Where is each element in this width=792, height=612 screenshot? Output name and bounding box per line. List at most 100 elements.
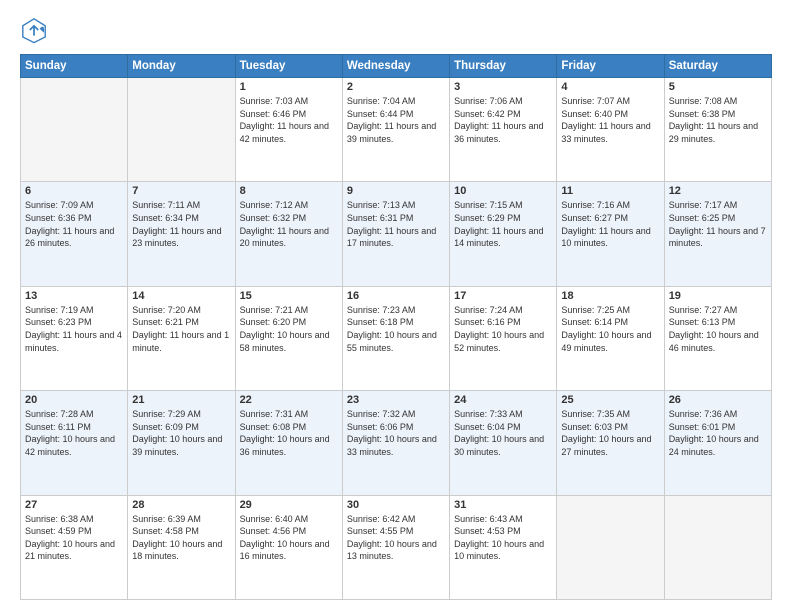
cell-info: Sunrise: 7:32 AM Sunset: 6:06 PM Dayligh… — [347, 408, 445, 458]
day-number: 15 — [240, 290, 338, 302]
cell-info: Sunrise: 7:25 AM Sunset: 6:14 PM Dayligh… — [561, 304, 659, 354]
cell-info: Sunrise: 7:16 AM Sunset: 6:27 PM Dayligh… — [561, 199, 659, 249]
calendar-cell: 17 Sunrise: 7:24 AM Sunset: 6:16 PM Dayli… — [450, 286, 557, 390]
cell-info: Sunrise: 7:19 AM Sunset: 6:23 PM Dayligh… — [25, 304, 123, 354]
column-header-thursday: Thursday — [450, 55, 557, 78]
cell-info: Sunrise: 7:23 AM Sunset: 6:18 PM Dayligh… — [347, 304, 445, 354]
calendar-cell: 25 Sunrise: 7:35 AM Sunset: 6:03 PM Dayli… — [557, 391, 664, 495]
header — [20, 16, 772, 44]
logo — [20, 16, 52, 44]
calendar-cell: 20 Sunrise: 7:28 AM Sunset: 6:11 PM Dayli… — [21, 391, 128, 495]
week-row-2: 6 Sunrise: 7:09 AM Sunset: 6:36 PM Daylig… — [21, 182, 772, 286]
day-number: 14 — [132, 290, 230, 302]
cell-info: Sunrise: 7:15 AM Sunset: 6:29 PM Dayligh… — [454, 199, 552, 249]
column-header-wednesday: Wednesday — [342, 55, 449, 78]
calendar-cell: 23 Sunrise: 7:32 AM Sunset: 6:06 PM Dayli… — [342, 391, 449, 495]
day-number: 31 — [454, 499, 552, 511]
day-number: 25 — [561, 394, 659, 406]
day-number: 21 — [132, 394, 230, 406]
day-number: 1 — [240, 81, 338, 93]
column-header-friday: Friday — [557, 55, 664, 78]
day-number: 13 — [25, 290, 123, 302]
week-row-1: 1Sunrise: 7:03 AM Sunset: 6:46 PM Daylig… — [21, 78, 772, 182]
calendar-cell: 18Sunrise: 7:25 AM Sunset: 6:14 PM Dayli… — [557, 286, 664, 390]
calendar-cell: 3 Sunrise: 7:06 AM Sunset: 6:42 PM Daylig… — [450, 78, 557, 182]
cell-info: Sunrise: 7:31 AM Sunset: 6:08 PM Dayligh… — [240, 408, 338, 458]
calendar-cell: 10 Sunrise: 7:15 AM Sunset: 6:29 PM Dayli… — [450, 182, 557, 286]
cell-info: Sunrise: 6:42 AM Sunset: 4:55 PM Dayligh… — [347, 513, 445, 563]
cell-info: Sunrise: 7:12 AM Sunset: 6:32 PM Dayligh… — [240, 199, 338, 249]
day-number: 5 — [669, 81, 767, 93]
day-number: 29 — [240, 499, 338, 511]
calendar-cell: 5 Sunrise: 7:08 AM Sunset: 6:38 PM Daylig… — [664, 78, 771, 182]
calendar-cell: 8 Sunrise: 7:12 AM Sunset: 6:32 PM Daylig… — [235, 182, 342, 286]
day-number: 2 — [347, 81, 445, 93]
day-number: 27 — [25, 499, 123, 511]
day-number: 28 — [132, 499, 230, 511]
cell-info: Sunrise: 7:13 AM Sunset: 6:31 PM Dayligh… — [347, 199, 445, 249]
day-number: 24 — [454, 394, 552, 406]
day-number: 7 — [132, 185, 230, 197]
day-number: 26 — [669, 394, 767, 406]
cell-info: Sunrise: 7:04 AM Sunset: 6:44 PM Dayligh… — [347, 95, 445, 145]
cell-info: Sunrise: 7:17 AM Sunset: 6:25 PM Dayligh… — [669, 199, 767, 249]
column-header-tuesday: Tuesday — [235, 55, 342, 78]
page: SundayMondayTuesdayWednesdayThursdayFrid… — [0, 0, 792, 612]
week-row-3: 13 Sunrise: 7:19 AM Sunset: 6:23 PM Dayli… — [21, 286, 772, 390]
cell-info: Sunrise: 7:07 AM Sunset: 6:40 PM Dayligh… — [561, 95, 659, 145]
calendar-cell: 31 Sunrise: 6:43 AM Sunset: 4:53 PM Dayli… — [450, 495, 557, 599]
cell-info: Sunrise: 7:20 AM Sunset: 6:21 PM Dayligh… — [132, 304, 230, 354]
cell-info: Sunrise: 7:36 AM Sunset: 6:01 PM Dayligh… — [669, 408, 767, 458]
day-number: 17 — [454, 290, 552, 302]
day-number: 16 — [347, 290, 445, 302]
day-number: 23 — [347, 394, 445, 406]
calendar-cell: 12 Sunrise: 7:17 AM Sunset: 6:25 PM Dayli… — [664, 182, 771, 286]
calendar-cell: 1Sunrise: 7:03 AM Sunset: 6:46 PM Daylig… — [235, 78, 342, 182]
calendar-cell: 9Sunrise: 7:13 AM Sunset: 6:31 PM Daylig… — [342, 182, 449, 286]
calendar: SundayMondayTuesdayWednesdayThursdayFrid… — [20, 54, 772, 600]
calendar-cell: 24Sunrise: 7:33 AM Sunset: 6:04 PM Dayli… — [450, 391, 557, 495]
column-header-sunday: Sunday — [21, 55, 128, 78]
calendar-cell: 4Sunrise: 7:07 AM Sunset: 6:40 PM Daylig… — [557, 78, 664, 182]
calendar-cell — [21, 78, 128, 182]
calendar-cell: 19Sunrise: 7:27 AM Sunset: 6:13 PM Dayli… — [664, 286, 771, 390]
cell-info: Sunrise: 7:35 AM Sunset: 6:03 PM Dayligh… — [561, 408, 659, 458]
column-header-saturday: Saturday — [664, 55, 771, 78]
day-number: 6 — [25, 185, 123, 197]
calendar-cell: 26 Sunrise: 7:36 AM Sunset: 6:01 PM Dayli… — [664, 391, 771, 495]
calendar-cell — [128, 78, 235, 182]
calendar-cell — [557, 495, 664, 599]
day-number: 12 — [669, 185, 767, 197]
calendar-cell: 28 Sunrise: 6:39 AM Sunset: 4:58 PM Dayli… — [128, 495, 235, 599]
calendar-cell — [664, 495, 771, 599]
calendar-cell: 13 Sunrise: 7:19 AM Sunset: 6:23 PM Dayli… — [21, 286, 128, 390]
cell-info: Sunrise: 7:11 AM Sunset: 6:34 PM Dayligh… — [132, 199, 230, 249]
day-number: 22 — [240, 394, 338, 406]
day-number: 10 — [454, 185, 552, 197]
day-number: 19 — [669, 290, 767, 302]
calendar-cell: 16 Sunrise: 7:23 AM Sunset: 6:18 PM Dayli… — [342, 286, 449, 390]
week-row-4: 20 Sunrise: 7:28 AM Sunset: 6:11 PM Dayli… — [21, 391, 772, 495]
cell-info: Sunrise: 6:39 AM Sunset: 4:58 PM Dayligh… — [132, 513, 230, 563]
day-number: 20 — [25, 394, 123, 406]
cell-info: Sunrise: 7:06 AM Sunset: 6:42 PM Dayligh… — [454, 95, 552, 145]
calendar-cell: 22 Sunrise: 7:31 AM Sunset: 6:08 PM Dayli… — [235, 391, 342, 495]
cell-info: Sunrise: 7:24 AM Sunset: 6:16 PM Dayligh… — [454, 304, 552, 354]
cell-info: Sunrise: 6:40 AM Sunset: 4:56 PM Dayligh… — [240, 513, 338, 563]
calendar-body: 1Sunrise: 7:03 AM Sunset: 6:46 PM Daylig… — [21, 78, 772, 600]
calendar-cell: 29 Sunrise: 6:40 AM Sunset: 4:56 PM Dayli… — [235, 495, 342, 599]
calendar-cell: 2 Sunrise: 7:04 AM Sunset: 6:44 PM Daylig… — [342, 78, 449, 182]
calendar-cell: 14 Sunrise: 7:20 AM Sunset: 6:21 PM Dayli… — [128, 286, 235, 390]
cell-info: Sunrise: 7:28 AM Sunset: 6:11 PM Dayligh… — [25, 408, 123, 458]
day-number: 8 — [240, 185, 338, 197]
cell-info: Sunrise: 7:09 AM Sunset: 6:36 PM Dayligh… — [25, 199, 123, 249]
cell-info: Sunrise: 6:43 AM Sunset: 4:53 PM Dayligh… — [454, 513, 552, 563]
day-number: 3 — [454, 81, 552, 93]
column-header-monday: Monday — [128, 55, 235, 78]
calendar-cell: 30Sunrise: 6:42 AM Sunset: 4:55 PM Dayli… — [342, 495, 449, 599]
calendar-cell: 7 Sunrise: 7:11 AM Sunset: 6:34 PM Daylig… — [128, 182, 235, 286]
header-row: SundayMondayTuesdayWednesdayThursdayFrid… — [21, 55, 772, 78]
calendar-cell: 11Sunrise: 7:16 AM Sunset: 6:27 PM Dayli… — [557, 182, 664, 286]
cell-info: Sunrise: 7:08 AM Sunset: 6:38 PM Dayligh… — [669, 95, 767, 145]
cell-info: Sunrise: 7:21 AM Sunset: 6:20 PM Dayligh… — [240, 304, 338, 354]
